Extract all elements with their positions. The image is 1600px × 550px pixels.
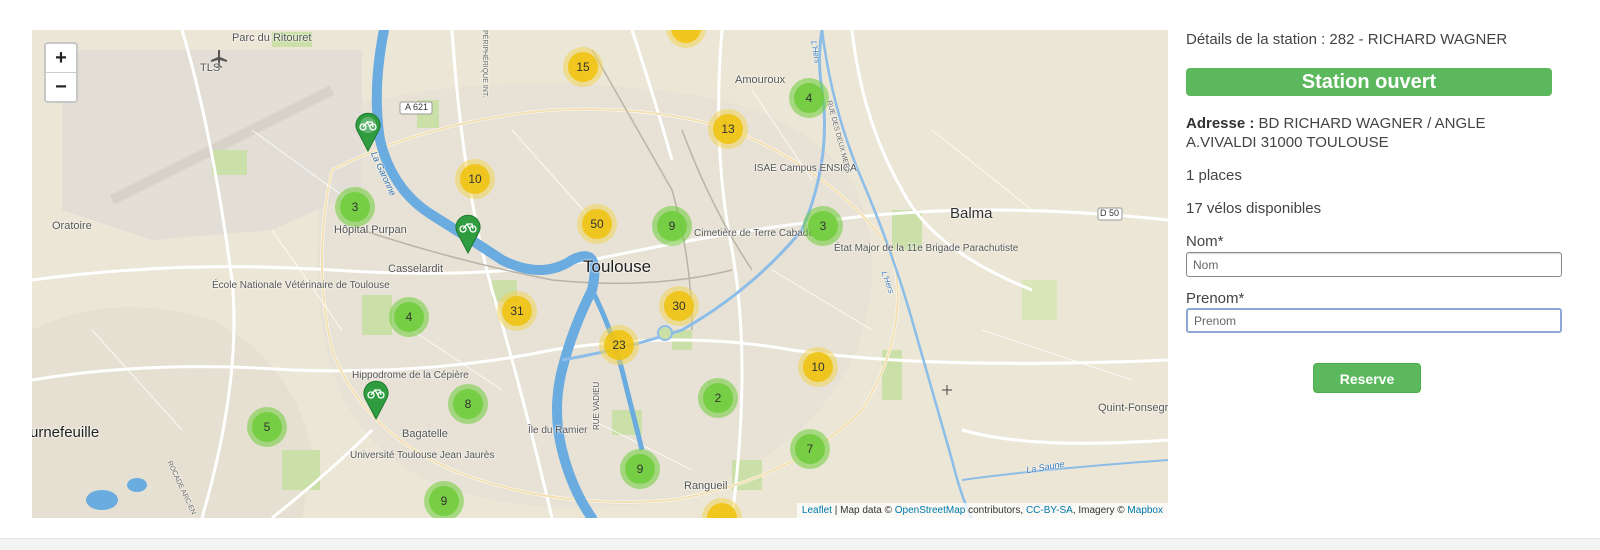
place-label-city: Toulouse [583,257,652,276]
license-link[interactable]: CC-BY-SA [1026,505,1073,516]
place-label-city: urnefeuille [32,424,100,441]
place-label-city: Balma [950,205,993,222]
marker-cluster[interactable]: 3 [335,187,375,227]
marker-cluster[interactable]: 5 [247,407,287,447]
place-label: Île du Ramier [528,425,588,436]
marker-cluster[interactable]: 31 [497,291,537,331]
station-status-badge: Station ouvert [1186,68,1552,96]
marker-cluster[interactable]: 7 [790,429,830,469]
mapbox-link[interactable]: Mapbox [1127,505,1163,516]
prenom-label: Prenom* [1186,290,1245,307]
marker-cluster[interactable]: 10 [455,159,495,199]
address-label: Adresse : [1186,115,1255,132]
place-label: Université Toulouse Jean Jaurès [350,450,495,461]
place-label: Amouroux [735,74,786,86]
place-label: Oratoire [52,220,92,232]
place-label: Hôpital Purpan [334,224,407,236]
place-label: Cimetière de Terre Cabade [694,228,814,239]
map[interactable]: Parc du Ritouret TLS A 621 Amouroux ISAE… [32,30,1168,518]
attribution-text: | Map data © [831,505,895,516]
marker-cluster[interactable]: 50 [577,204,617,244]
attribution-text: contributors, [965,505,1026,516]
marker-cluster[interactable]: 8 [448,384,488,424]
place-label: École Nationale Vétérinaire de Toulouse [212,280,390,291]
reserve-button[interactable]: Reserve [1313,363,1421,393]
marker-cluster[interactable]: 2 [698,378,738,418]
marker-cluster[interactable]: 15 [563,47,603,87]
marker-cluster[interactable]: 4 [789,78,829,118]
osm-link[interactable]: OpenStreetMap [895,505,966,516]
marker-cluster[interactable]: 3 [803,206,843,246]
nom-label: Nom* [1186,233,1224,250]
bike-station-marker[interactable] [454,214,482,254]
bike-station-marker[interactable] [354,112,382,152]
place-label: Parc du Ritouret [232,32,312,44]
available-bikes: 17 vélos disponibles [1186,200,1322,217]
bike-station-marker[interactable] [362,380,390,420]
marker-cluster[interactable]: 9 [620,449,660,489]
nom-input[interactable] [1186,252,1562,277]
place-label: Casselardit [388,263,444,275]
station-address: Adresse : BD RICHARD WAGNER / ANGLE A.VI… [1186,114,1556,152]
zoom-control: + − [44,42,78,103]
zoom-in-button[interactable]: + [46,44,76,72]
road-label: PÉRIPHÉRIQUE INT. [481,30,488,98]
station-places: 1 places [1186,167,1242,184]
attribution-text: , Imagery © [1072,505,1128,516]
street-label: RUE VADIEU [592,381,601,430]
page-footer-bar [0,538,1600,550]
place-label: État Major de la 11e Brigade Parachutist… [834,243,1018,254]
place-label: Quint-Fonsegrives [1098,402,1168,414]
map-attribution: Leaflet | Map data © OpenStreetMap contr… [796,503,1168,518]
place-label: Bagatelle [402,428,448,440]
road-label: A 621 [405,102,429,112]
zoom-out-button[interactable]: − [46,72,76,101]
marker-cluster[interactable]: 9 [424,481,464,518]
place-label: Rangueil [684,480,728,492]
road-label: D 50 [1100,208,1120,218]
marker-cluster[interactable]: 10 [798,347,838,387]
place-label: TLS [200,62,221,74]
place-label: ISAE Campus ENSICA [754,163,857,174]
marker-cluster[interactable]: 23 [599,325,639,365]
station-title: Détails de la station : 282 - RICHARD WA… [1186,31,1508,48]
leaflet-link[interactable]: Leaflet [802,505,832,516]
marker-cluster[interactable]: 4 [389,297,429,337]
marker-cluster[interactable]: 13 [708,109,748,149]
marker-cluster[interactable]: 9 [652,206,692,246]
prenom-input[interactable] [1186,308,1562,333]
marker-cluster[interactable]: 30 [659,286,699,326]
page: Parc du Ritouret TLS A 621 Amouroux ISAE… [0,0,1600,550]
